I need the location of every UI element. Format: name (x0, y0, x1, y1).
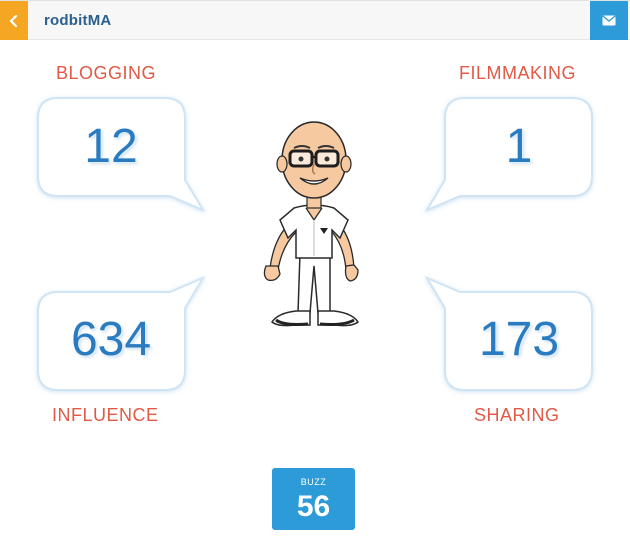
avatar (263, 121, 359, 327)
buzz-value: 56 (296, 490, 331, 523)
blogging-label: BLOGGING (56, 63, 157, 83)
filmmaking-label: FILMMAKING (459, 63, 577, 83)
sharing-value: 173 (478, 313, 560, 366)
sharing-label: SHARING (474, 405, 560, 425)
profile-stats-screen: rodbitMA BLOGGING FILMMAKING INFLUENCE S… (0, 0, 630, 537)
buzz-badge: BUZZ 56 (272, 468, 355, 530)
avatar-figure (263, 121, 359, 327)
influence-label: INFLUENCE (52, 405, 159, 425)
buzz-label: BUZZ (300, 477, 327, 487)
influence-value: 634 (70, 313, 152, 366)
filmmaking-value: 1 (505, 120, 533, 173)
blogging-value: 12 (84, 120, 138, 173)
